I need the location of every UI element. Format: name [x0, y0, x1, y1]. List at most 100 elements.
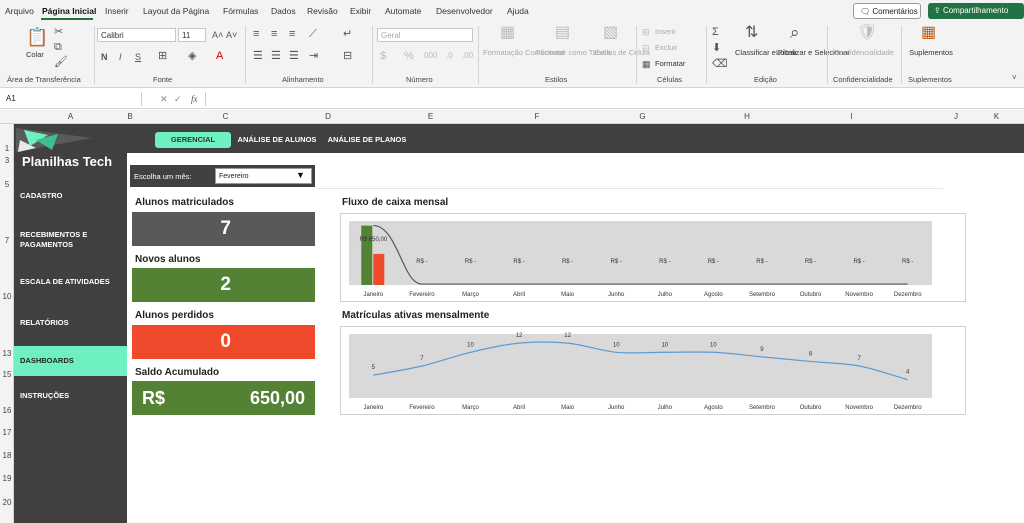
tab-gerencial[interactable]: GERENCIAL [155, 132, 231, 148]
row-header[interactable]: 13 [0, 349, 14, 358]
fill-icon[interactable]: ⬇ [712, 42, 721, 54]
conditional-format-label[interactable]: Formatação Condicional [483, 48, 564, 58]
comments-button[interactable]: 🗨 Comentários [853, 3, 921, 19]
find-select-icon[interactable]: ⌕ [790, 24, 800, 41]
number-format-select[interactable]: Geral [377, 28, 473, 42]
bold-icon[interactable]: N [101, 51, 108, 63]
row-header[interactable]: 17 [0, 428, 14, 437]
align-right-icon[interactable]: ☰ [289, 50, 299, 62]
sidebar-item-dashboards[interactable]: DASHBOARDS [14, 346, 127, 376]
column-header[interactable]: E [338, 112, 523, 121]
column-header[interactable]: C [133, 112, 318, 121]
orientation-icon[interactable]: ⟋ [309, 28, 317, 40]
grow-font-icon[interactable]: A˄ [212, 29, 223, 41]
addins-label[interactable]: Suplementos [906, 48, 956, 58]
currency-icon[interactable]: $ [380, 50, 386, 62]
font-size-select[interactable]: 11 [178, 28, 206, 42]
format-cells-icon[interactable]: ▦ [642, 58, 651, 70]
sensitivity-icon[interactable]: 🛡 [857, 25, 877, 41]
merge-center-icon[interactable]: ⊟ [343, 50, 352, 62]
share-button[interactable]: ⇪ Compartilhamento [928, 3, 1024, 19]
shrink-font-icon[interactable]: A˅ [226, 29, 237, 41]
sort-filter-icon[interactable]: ⇅ [745, 25, 758, 41]
paste-label[interactable]: Colar [26, 50, 44, 60]
find-select-label[interactable]: Localizar e Selecionar [776, 48, 850, 58]
menu-dados[interactable]: Dados [271, 6, 296, 16]
menu-automate[interactable]: Automate [385, 6, 421, 16]
sidebar-item-instrucoes[interactable]: INSTRUÇÕES [14, 391, 127, 401]
column-header[interactable]: K [969, 112, 1024, 121]
cell-styles-label[interactable]: Estilos de Célula [594, 48, 650, 58]
format-painter-icon[interactable]: 🖌 [54, 56, 68, 68]
name-box[interactable]: A1 [2, 92, 142, 106]
row-header[interactable]: 20 [0, 498, 14, 507]
sidebar-item-relatorios[interactable]: RELATÓRIOS [14, 318, 127, 328]
sensitivity-label[interactable]: Confidencialidade [832, 48, 896, 58]
cancel-icon[interactable]: ✕ [160, 93, 168, 105]
align-top-icon[interactable]: ≡ [253, 28, 259, 40]
wrap-text-icon[interactable]: ↵ [343, 28, 352, 40]
underline-icon[interactable]: S [135, 51, 141, 63]
conditional-format-icon[interactable]: ▦ [500, 25, 515, 41]
menu-exibir[interactable]: Exibir [350, 6, 371, 16]
row-header[interactable]: 19 [0, 474, 14, 483]
thousands-icon[interactable]: 000 [424, 50, 437, 62]
align-middle-icon[interactable]: ≡ [271, 28, 277, 40]
row-header[interactable]: 5 [0, 180, 14, 189]
column-header[interactable]: A [14, 112, 127, 121]
copy-icon[interactable]: ⧉ [54, 41, 62, 53]
row-header[interactable]: 7 [0, 236, 14, 245]
formula-input[interactable] [205, 92, 1020, 106]
increase-decimal-icon[interactable]: ,0 [446, 50, 453, 62]
row-header[interactable]: 15 [0, 370, 14, 379]
format-table-icon[interactable]: ▤ [555, 25, 570, 41]
format-cells-label[interactable]: Formatar [655, 59, 685, 69]
row-header[interactable]: 3 [0, 156, 14, 165]
column-header[interactable]: D [318, 112, 338, 121]
insert-cells-icon[interactable]: ⊞ [642, 26, 650, 38]
column-header[interactable]: G [551, 112, 734, 121]
align-bottom-icon[interactable]: ≡ [289, 28, 295, 40]
align-center-icon[interactable]: ☰ [271, 50, 281, 62]
column-header[interactable]: H [734, 112, 760, 121]
sidebar-item-cadastro[interactable]: CADASTRO [14, 191, 127, 201]
menu-desenvolvedor[interactable]: Desenvolvedor [436, 6, 493, 16]
font-name-select[interactable]: Calibri [97, 28, 176, 42]
menu-layout[interactable]: Layout da Página [143, 6, 209, 16]
cell-styles-icon[interactable]: ▧ [603, 25, 618, 41]
sort-filter-label[interactable]: Classificar e Filtrar [735, 48, 797, 58]
borders-icon[interactable]: ⊞ [158, 50, 167, 62]
tab-analise-alunos[interactable]: ANÁLISE DE ALUNOS [236, 132, 318, 148]
format-table-label[interactable]: Formatar como Tabela [536, 48, 611, 58]
row-header[interactable]: 10 [0, 292, 14, 301]
menu-formulas[interactable]: Fórmulas [223, 6, 258, 16]
sidebar-item-recebimentos[interactable]: RECEBIMENTOS E PAGAMENTOS [14, 230, 122, 250]
cut-icon[interactable]: ✂ [54, 26, 63, 38]
italic-icon[interactable]: I [119, 51, 122, 63]
menu-revisao[interactable]: Revisão [307, 6, 338, 16]
indent-icon[interactable]: ⇥ [309, 50, 318, 62]
menu-arquivo[interactable]: Arquivo [5, 6, 34, 16]
row-header[interactable]: 1 [0, 144, 14, 153]
decrease-decimal-icon[interactable]: ,00 [462, 50, 473, 62]
menu-inserir[interactable]: Inserir [105, 6, 129, 16]
month-dropdown[interactable]: Fevereiro ▼ [215, 168, 312, 184]
font-color-icon[interactable]: A [216, 50, 223, 62]
column-header[interactable]: I [760, 112, 943, 121]
fill-color-icon[interactable]: ◈ [188, 50, 196, 62]
sidebar-item-escala[interactable]: ESCALA DE ATIVIDADES [14, 277, 127, 287]
collapse-ribbon-icon[interactable]: ˅ [1012, 72, 1017, 84]
column-header[interactable]: F [523, 112, 551, 121]
delete-cells-label[interactable]: Excluir [655, 43, 678, 53]
menu-pagina-inicial[interactable]: Página Inicial [42, 6, 96, 16]
delete-cells-icon[interactable]: ⊟ [642, 42, 650, 54]
autosum-icon[interactable]: Σ [712, 26, 719, 38]
tab-analise-planos[interactable]: ANÁLISE DE PLANOS [326, 132, 408, 148]
insert-cells-label[interactable]: Inserir [655, 27, 676, 37]
addins-icon[interactable]: ▦ [921, 25, 936, 41]
align-left-icon[interactable]: ☰ [253, 50, 263, 62]
paste-icon[interactable]: 📋 [26, 28, 48, 46]
row-header[interactable]: 18 [0, 451, 14, 460]
row-header[interactable]: 16 [0, 406, 14, 415]
confirm-icon[interactable]: ✓ [174, 93, 182, 105]
